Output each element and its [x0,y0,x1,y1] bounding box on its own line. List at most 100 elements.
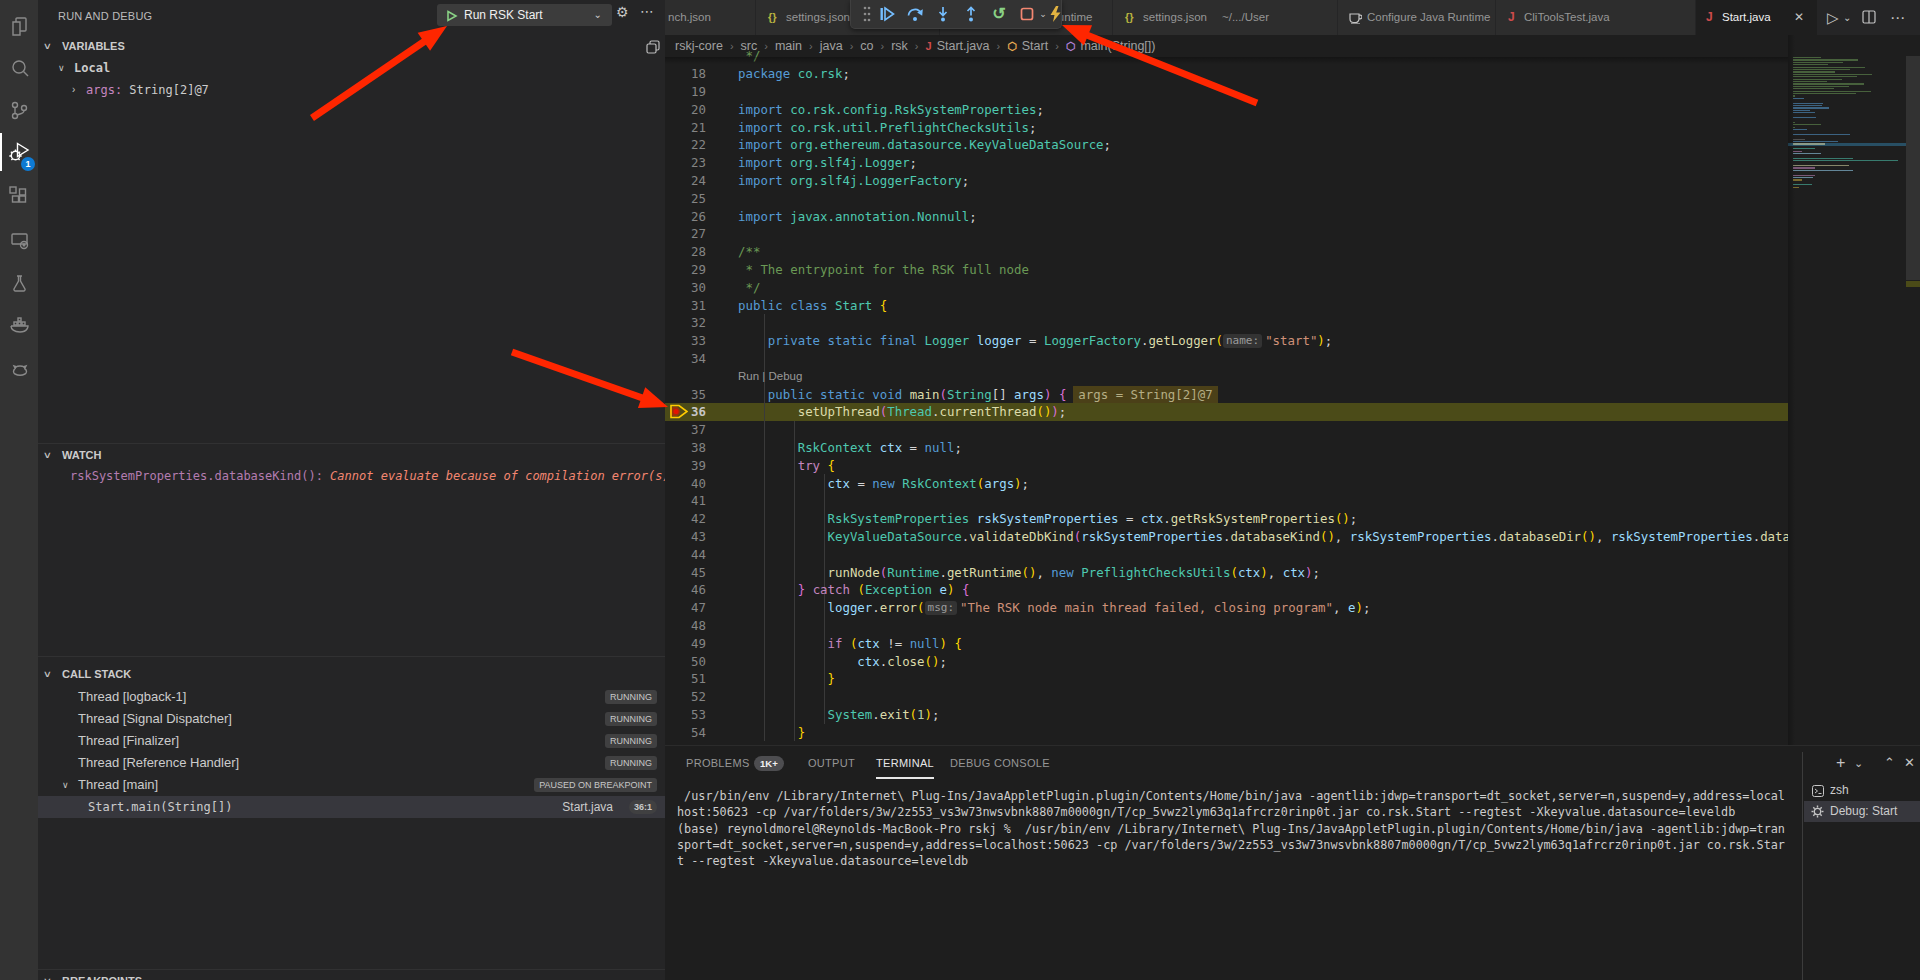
tab-start-java[interactable]: JStart.java✕ [1696,0,1818,35]
section-call-stack[interactable]: ∨CALL STACK [38,656,665,685]
thread-status-badge: RUNNING [605,734,657,748]
terminal-list-debug-start[interactable]: Debug: Start [1804,801,1920,822]
line-number: 26 [665,208,706,226]
scope-label: Local [74,57,110,79]
tab-launch-json[interactable]: nch.json [665,0,756,35]
close-panel-icon[interactable]: ✕ [1904,746,1915,780]
line-number: 39 [665,457,706,475]
tab-configure-java-runtime[interactable]: Configure Java Runtime [1338,0,1496,35]
code-line-28: 28/** [665,243,1788,261]
code-line-50: 50 ctx.close(); [665,653,1788,671]
line-number: 46 [665,581,706,599]
overview-ruler-current-line-mark [1906,281,1920,287]
line-number: 40 [665,475,706,493]
run-configuration-dropdown[interactable]: Run RSK Start ⌄ [437,4,612,26]
java-file-icon: J [1508,0,1515,35]
line-number: 32 [665,314,706,332]
editor-scrollbar[interactable] [1906,56,1920,280]
debug-restart-icon[interactable]: ↺ [989,4,1009,24]
code-text: System.exit(1); [738,706,939,724]
debug-continue-icon[interactable] [877,4,897,24]
panel-tab-output[interactable]: OUTPUT [808,746,855,780]
panel-tab-problems[interactable]: PROBLEMS [686,746,750,780]
thread-row[interactable]: Thread [Signal Dispatcher]RUNNING [38,708,665,730]
line-number: 51 [665,670,706,688]
maximize-panel-icon[interactable]: ⌃ [1884,746,1895,780]
section-breakpoints[interactable]: ∨BREAKPOINTS [38,969,665,980]
code-text: public static void main(String[] args) {… [738,386,1218,404]
debug-hot-code-replace-icon[interactable] [1045,4,1065,24]
code-text: logger.error(msg:"The RSK node main thre… [738,599,1370,617]
code-text: } [738,670,835,688]
breakpoint-paused-icon[interactable] [668,403,688,421]
close-tab-icon[interactable]: ✕ [1794,0,1804,35]
activity-run-and-debug-icon[interactable]: 1 [0,132,38,172]
thread-status-badge: RUNNING [605,712,657,726]
code-line-18: 18package co.rsk; [665,65,1788,83]
variable-args[interactable]: ›args: String[2]@7 [38,79,665,101]
activity-testing-icon[interactable] [0,263,38,303]
panel-tab-debug-console[interactable]: DEBUG CONSOLE [950,746,1050,780]
row-label: Thread [logback-1] [78,686,186,708]
tab-settings-json-user[interactable]: {}settings.json~/.../User [1113,0,1338,35]
variables-scope-local[interactable]: ∨ Local [38,57,665,79]
terminal-list-zsh[interactable]: zsh [1804,780,1920,801]
line-number: 35 [665,386,706,404]
terminal-output[interactable]: /usr/bin/env /Library/Internet\ Plug-Ins… [677,788,1797,869]
activity-explorer-icon[interactable] [0,5,38,45]
new-terminal-icon[interactable]: + [1836,746,1845,780]
code-text: ctx = new RskContext(args); [738,475,1029,493]
line-number: 37 [665,421,706,439]
variable-value: String[2]@7 [129,83,208,97]
code-line-51: 51 } [665,670,1788,688]
json-icon: {} [768,0,777,35]
chevron-down-icon: ∨ [43,444,52,466]
copy-panel-icon[interactable] [646,40,660,54]
debug-count-badge: 1 [21,157,35,171]
activity-docker-icon[interactable] [0,305,38,345]
debug-step-into-icon[interactable] [933,4,953,24]
terminal-label: zsh [1830,780,1849,801]
minimap[interactable] [1788,35,1906,745]
thread-row[interactable]: Thread [logback-1]RUNNING [38,686,665,708]
watch-error-text: Cannot evaluate because of compilation e… [330,469,665,483]
code-line-40: 40 ctx = new RskContext(args); [665,475,1788,493]
run-chevron-icon[interactable]: ⌄ [1843,0,1851,35]
activity-remote-icon[interactable] [0,220,38,260]
thread-row[interactable]: Thread [Reference Handler]RUNNING [38,752,665,774]
panel-tab-terminal[interactable]: TERMINAL [876,746,934,780]
code-text: * The entrypoint for the RSK full node [738,261,1029,279]
code-text: } catch (Exception e) { [738,581,969,599]
terminal-dropdown-icon[interactable]: ⌄ [1854,746,1863,780]
run-button[interactable]: ▷ [1827,0,1839,35]
more-actions-icon[interactable]: ⋯ [640,3,654,19]
watch-expression[interactable]: rskSystemProperties.databaseKind(): Cann… [38,465,665,487]
tab-clitoolstest-java[interactable]: JCliToolsTest.java [1496,0,1696,35]
code-text: if (ctx != null) { [738,635,962,653]
vscode-window: 1 RUN AND DEBUG ∨VARIABLES∨Local›args: S… [0,0,1920,980]
activity-extensions-icon[interactable] [0,176,38,216]
editor-more-actions-icon[interactable]: ⋯ [1890,0,1905,35]
code-text: import javax.annotation.Nonnull; [738,208,977,226]
code-line-35: 35 public static void main(String[] args… [665,386,1788,404]
activity-pets-icon[interactable] [0,348,38,388]
chevron-down-icon: ∨ [58,57,65,79]
stack-frame[interactable]: Start.main(String[])Start.java36:1 [38,796,665,818]
thread-row[interactable]: ∨Thread [main]PAUSED ON BREAKPOINT [38,774,665,796]
chevron-right-icon: › [72,79,75,101]
split-editor-icon[interactable] [1862,0,1876,37]
line-number: 29 [665,261,706,279]
codelens-run-debug[interactable]: Run | Debug [738,368,802,386]
code-text: import org.ethereum.datasource.KeyValueD… [738,136,1111,154]
activity-source-control-icon[interactable] [0,90,38,130]
debug-step-over-icon[interactable] [905,4,925,24]
chevron-down-icon: ∨ [43,970,52,980]
section-variables[interactable]: ∨VARIABLES [38,35,665,57]
section-watch[interactable]: ∨WATCH [38,443,665,466]
line-number: 25 [665,190,706,208]
activity-search-icon[interactable] [0,48,38,88]
code-text: public class Start { [738,297,887,315]
thread-row[interactable]: Thread [Finalizer]RUNNING [38,730,665,752]
debug-step-out-icon[interactable] [961,4,981,24]
gear-icon[interactable]: ⚙ [616,4,629,20]
